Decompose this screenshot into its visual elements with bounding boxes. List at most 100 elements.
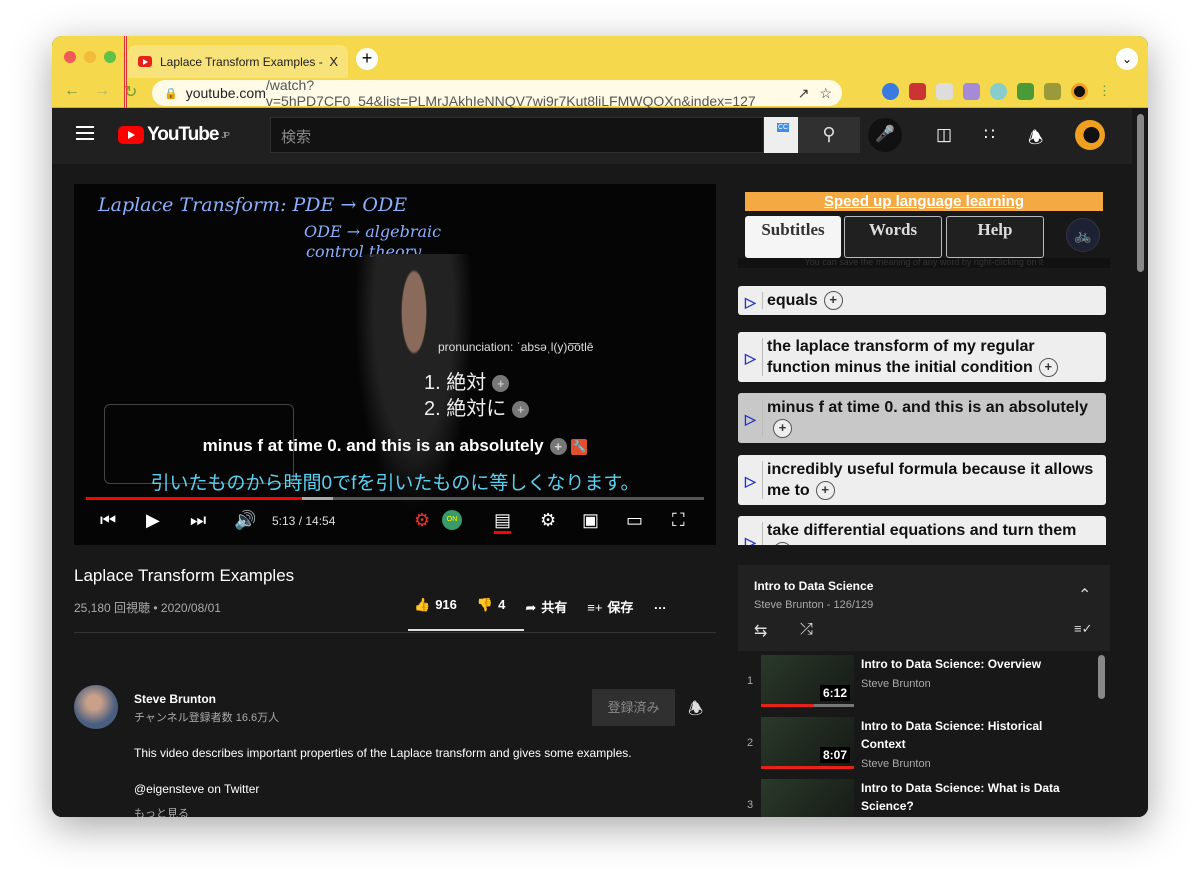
extension-icon[interactable] xyxy=(882,83,899,100)
subtitle-english: minus f at time 0. and this is an absolu… xyxy=(74,436,716,456)
more-actions-button[interactable]: … xyxy=(653,597,666,616)
progress-bar[interactable] xyxy=(86,497,704,500)
add-cue-icon[interactable]: + xyxy=(773,419,792,439)
bicycle-icon[interactable]: 🚲 xyxy=(1066,218,1100,252)
back-arrow-icon[interactable]: ← xyxy=(64,82,80,100)
video-thumbnail[interactable]: 8:07 xyxy=(761,717,854,769)
subtitle-cue[interactable]: ▷ the laplace transform of my regular fun… xyxy=(738,332,1106,382)
channel-avatar[interactable] xyxy=(74,685,118,729)
show-more-link[interactable]: もっと見る xyxy=(134,805,189,817)
profile-avatar[interactable] xyxy=(1071,83,1088,100)
youtube-favicon-icon xyxy=(138,56,152,67)
playlist-item[interactable]: 2 8:07 Intro to Data Science: Historical C… xyxy=(738,713,1098,770)
add-subtitle-icon[interactable]: + xyxy=(549,438,567,456)
settings-gear-icon[interactable]: ⚙ xyxy=(540,510,556,531)
apps-grid-icon[interactable]: ∷ xyxy=(984,125,995,145)
video-thumbnail[interactable]: 6:12 xyxy=(761,655,854,707)
play-cue-icon[interactable]: ▷ xyxy=(745,292,756,313)
playlist-title[interactable]: Intro to Data Science xyxy=(754,579,873,593)
add-cue-icon[interactable]: + xyxy=(773,542,792,545)
subtitle-search-extension-icon[interactable] xyxy=(764,117,798,153)
subtitle-cue[interactable]: ▷ minus f at time 0. and this is an absol… xyxy=(738,393,1106,443)
tab-close-button[interactable]: X xyxy=(329,54,338,69)
save-playlist-icon[interactable]: ≡✓ xyxy=(1074,621,1092,637)
fullscreen-icon[interactable]: ⛶ xyxy=(672,510,685,531)
notification-bell-icon[interactable]: 🕭 xyxy=(688,696,703,725)
extension-on-icon[interactable]: ON xyxy=(442,510,462,530)
create-video-icon[interactable]: ◫ xyxy=(936,125,952,145)
previous-icon[interactable]: ⏮ xyxy=(100,510,116,531)
bookmark-star-icon[interactable]: ☆ xyxy=(819,85,832,102)
play-cue-icon[interactable]: ▷ xyxy=(745,532,756,545)
subtitle-cue[interactable]: ▷ incredibly useful formula because it al… xyxy=(738,455,1106,505)
translation-item: 1. 絶対 xyxy=(424,372,487,394)
add-cue-icon[interactable]: + xyxy=(815,481,835,501)
browser-toolbar: ← → ↻ 🔒 youtube.com/watch?v=5hPD7CF0_54&… xyxy=(52,77,1148,109)
shuffle-icon[interactable]: ⤮ xyxy=(800,621,813,639)
tab-help[interactable]: Help xyxy=(946,216,1044,258)
loop-icon[interactable]: ⇆ xyxy=(754,621,767,641)
divider xyxy=(74,632,716,633)
forward-arrow-icon[interactable]: → xyxy=(94,82,110,100)
minimize-window-button[interactable] xyxy=(84,51,96,63)
search-button[interactable]: ⚲ xyxy=(798,117,860,153)
language-learning-panel: Speed up language learning Subtitles Wor… xyxy=(738,185,1110,545)
subtitle-cue[interactable]: ▷ take differential equations and turn th… xyxy=(738,516,1106,545)
tab-subtitles[interactable]: Subtitles xyxy=(745,216,841,258)
playlist-item[interactable]: 1 6:12 Intro to Data Science: Overview Stev… xyxy=(738,651,1098,707)
subscribed-button[interactable]: 登録済み xyxy=(592,689,675,726)
collapse-chevron-icon[interactable]: ⌃ xyxy=(1078,585,1091,605)
playlist-icon[interactable] xyxy=(1044,83,1061,100)
item-index: 3 xyxy=(747,799,754,811)
subtitles-icon[interactable]: ▤ xyxy=(494,510,512,534)
hamburger-menu-icon[interactable] xyxy=(76,126,94,140)
channel-name[interactable]: Steve Brunton xyxy=(134,692,216,706)
play-icon[interactable]: ▶ xyxy=(146,510,160,531)
subtitle-cue[interactable]: ▷ equals + xyxy=(738,286,1106,315)
menu-kebab-icon[interactable]: ⋮ xyxy=(1098,83,1111,100)
add-word-icon[interactable]: + xyxy=(492,375,510,393)
search-input[interactable]: 検索 xyxy=(270,117,764,153)
play-cue-icon[interactable]: ▷ xyxy=(745,409,756,430)
microphone-icon[interactable]: 🎤 xyxy=(868,118,902,152)
video-thumbnail[interactable] xyxy=(761,779,854,817)
add-word-icon[interactable]: + xyxy=(512,401,530,419)
wrench-icon[interactable]: 🔧 xyxy=(571,438,588,455)
like-button[interactable]: 👍 916 xyxy=(414,597,457,616)
playlist-add-icon: ≡+ xyxy=(587,600,603,615)
extension-icon[interactable] xyxy=(963,83,980,100)
close-window-button[interactable] xyxy=(64,51,76,63)
avatar[interactable] xyxy=(1075,120,1105,150)
next-icon[interactable]: ⏭ xyxy=(190,510,206,531)
extension-icon[interactable] xyxy=(936,83,953,100)
add-cue-icon[interactable]: + xyxy=(1038,358,1058,378)
share-button[interactable]: ➦ 共有 xyxy=(525,597,567,616)
miniplayer-icon[interactable]: ▣ xyxy=(582,510,599,531)
video-player[interactable]: Laplace Transform: PDE → ODE ODE → algeb… xyxy=(74,184,716,545)
playlist-scrollbar[interactable] xyxy=(1098,655,1105,699)
theater-mode-icon[interactable]: ▭ xyxy=(626,510,643,531)
address-bar[interactable]: 🔒 youtube.com/watch?v=5hPD7CF0_54&list=P… xyxy=(152,77,842,109)
extension-gear-icon[interactable]: ⚙ xyxy=(414,510,430,531)
add-cue-icon[interactable]: + xyxy=(823,291,843,311)
notifications-bell-icon[interactable]: 🕭 xyxy=(1028,125,1043,154)
speed-up-banner-link[interactable]: Speed up language learning xyxy=(745,192,1103,211)
subtitle-text[interactable]: minus f at time 0. and this is an absolu… xyxy=(203,436,544,455)
open-external-icon[interactable]: ↗ xyxy=(798,85,810,102)
browser-tab[interactable]: Laplace Transform Examples - X xyxy=(128,45,348,78)
puzzle-icon[interactable] xyxy=(1017,83,1034,100)
tab-words[interactable]: Words xyxy=(844,216,942,258)
play-cue-icon[interactable]: ▷ xyxy=(745,348,756,369)
page-scrollbar[interactable] xyxy=(1134,108,1148,817)
youtube-logo[interactable]: YouTube JP xyxy=(118,124,230,146)
tab-search-chevron-icon[interactable]: ⌄ xyxy=(1116,48,1138,70)
volume-icon[interactable]: 🔊 xyxy=(234,510,256,531)
extension-icon[interactable] xyxy=(990,83,1007,100)
extension-icon[interactable] xyxy=(909,83,926,100)
new-tab-button[interactable]: + xyxy=(356,48,378,70)
dislike-button[interactable]: 👎 4 xyxy=(477,597,505,616)
zoom-window-button[interactable] xyxy=(104,51,116,63)
play-cue-icon[interactable]: ▷ xyxy=(745,471,756,492)
playlist-item[interactable]: 3 Intro to Data Science: What is Data Sci… xyxy=(738,775,1098,817)
save-button[interactable]: ≡+ 保存 xyxy=(587,597,633,616)
